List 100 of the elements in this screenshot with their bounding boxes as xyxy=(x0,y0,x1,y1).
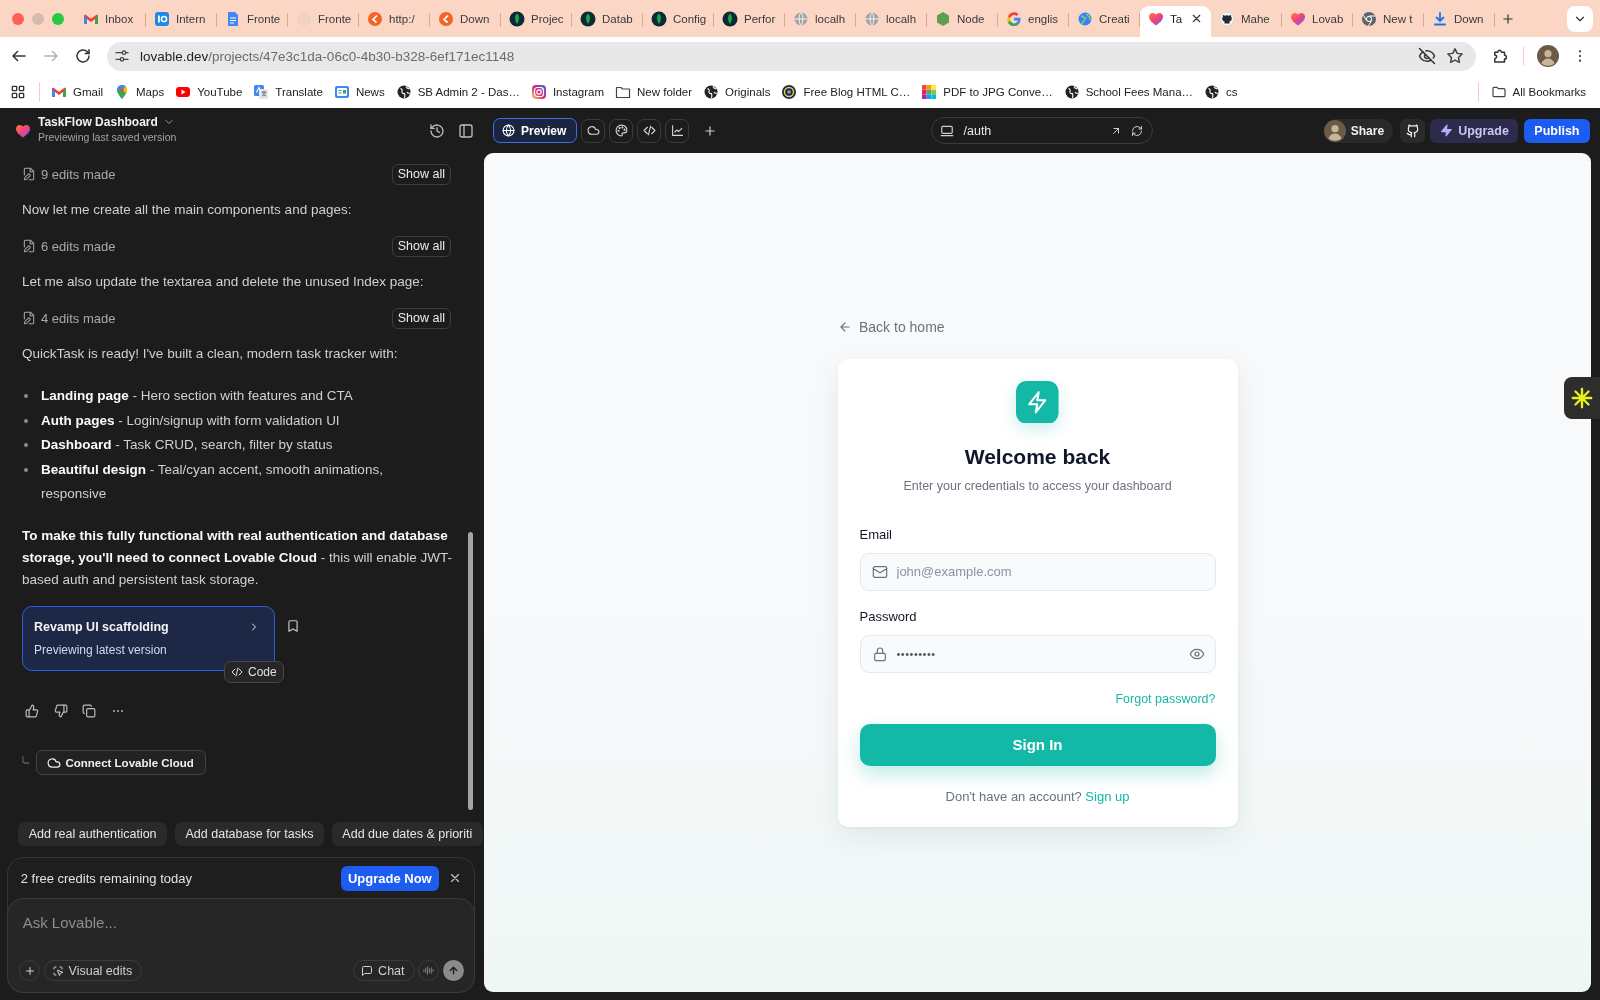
browser-tab[interactable]: Node xyxy=(927,6,998,37)
bookmark[interactable]: YouTube xyxy=(175,83,243,100)
password-field[interactable]: ••••••••• xyxy=(859,634,1216,673)
new-tab-icon[interactable] xyxy=(1501,11,1515,26)
bookmark-icon[interactable] xyxy=(286,618,300,633)
bookmark[interactable]: School Fees Mana… xyxy=(1063,83,1194,100)
eye-off-icon[interactable] xyxy=(1418,47,1436,65)
bookmark[interactable]: Free Blog HTML C… xyxy=(781,83,911,100)
browser-tab[interactable]: http:/ xyxy=(359,6,430,37)
circle-mark-icon xyxy=(367,10,383,27)
share-button[interactable]: Share xyxy=(1323,118,1394,143)
suggestion-chip[interactable]: Add real authentication xyxy=(18,821,168,846)
star-icon[interactable] xyxy=(1446,47,1464,65)
browser-tab[interactable]: Projec xyxy=(501,6,572,37)
browser-tab[interactable]: englis xyxy=(998,6,1069,37)
bookmark[interactable]: Maps xyxy=(114,83,165,100)
list-item-text: Landing page - Hero section with features and CTA xyxy=(41,387,353,405)
browser-tab[interactable]: Inbox xyxy=(75,6,146,37)
browser-tab[interactable]: Datab xyxy=(572,6,643,37)
bookmark[interactable]: PDF to JPG Conve… xyxy=(921,83,1053,100)
upgrade-now-button[interactable]: Upgrade Now xyxy=(340,865,439,891)
side-widget-button[interactable] xyxy=(1564,377,1600,419)
browser-tab[interactable]: localh xyxy=(785,6,856,37)
bookmark[interactable]: Translate xyxy=(253,83,323,100)
browser-tab[interactable]: Config xyxy=(643,6,714,37)
show-all-button[interactable]: Show all xyxy=(391,235,451,257)
scrollbar-thumb[interactable] xyxy=(468,531,473,810)
view-tab[interactable] xyxy=(637,118,662,143)
avatar-icon[interactable] xyxy=(1537,45,1559,67)
apps-grid-icon[interactable] xyxy=(10,83,26,100)
back-link[interactable]: Back to home xyxy=(837,317,945,336)
send-button[interactable] xyxy=(442,960,464,982)
globe-icon xyxy=(502,124,515,137)
view-tab[interactable] xyxy=(609,118,634,143)
suggestion-chip[interactable]: Add database for tasks xyxy=(174,821,325,846)
publish-button[interactable]: Publish xyxy=(1523,118,1590,143)
browser-tab[interactable]: Ta xyxy=(1140,6,1211,37)
view-tab[interactable] xyxy=(581,118,606,143)
globe-icon xyxy=(1077,10,1093,27)
bookmark[interactable]: cs xyxy=(1204,83,1238,100)
browser-tab[interactable]: New t xyxy=(1353,6,1424,37)
sidebar-icon[interactable] xyxy=(458,122,474,139)
code-button[interactable]: Code xyxy=(224,660,284,683)
bookmark[interactable]: Originals xyxy=(703,83,771,100)
view-tab[interactable]: Preview xyxy=(493,118,578,143)
tile-icon xyxy=(154,10,170,27)
repository-button[interactable] xyxy=(1400,118,1426,143)
list-item-text: Beautiful design - Teal/cyan accent, smooth animations, responsive xyxy=(41,460,384,504)
file-edit-icon xyxy=(22,167,36,181)
view-tab[interactable] xyxy=(665,118,690,143)
site-settings-icon[interactable] xyxy=(114,48,130,64)
login-subtitle: Enter your credentials to access your dashboard xyxy=(902,478,1173,496)
bookmark[interactable]: Gmail xyxy=(51,83,104,100)
show-all-button[interactable]: Show all xyxy=(391,307,451,329)
lock-icon xyxy=(871,645,888,662)
browser-tab[interactable]: Down xyxy=(1424,6,1495,37)
cloud-icon xyxy=(586,124,600,137)
bookmark[interactable]: News xyxy=(333,83,385,100)
browser-tab[interactable]: Intern xyxy=(146,6,217,37)
close-icon[interactable] xyxy=(1190,12,1203,25)
reload-icon[interactable] xyxy=(74,47,92,65)
thumbs-down-icon[interactable] xyxy=(53,703,68,718)
bullet-icon xyxy=(24,468,28,473)
hexagon-icon xyxy=(935,10,951,27)
cat-icon xyxy=(1405,123,1420,138)
show-all-button[interactable]: Show all xyxy=(391,163,451,185)
tile-grid-icon xyxy=(921,83,938,100)
browser-tab[interactable]: Perfor xyxy=(714,6,785,37)
browser-tab[interactable]: Lovab xyxy=(1282,6,1353,37)
url-text: lovable.dev/projects/47e3c1da-06c0-4b30-b328-6ef171ec1148 xyxy=(140,48,515,64)
connect-cloud-button[interactable]: Connect Lovable Cloud xyxy=(36,750,206,775)
circle-mark-icon xyxy=(438,10,454,27)
bookmark[interactable]: SB Admin 2 - Das… xyxy=(395,83,520,100)
edits-summary: 9 edits made xyxy=(41,166,116,182)
browser-tab[interactable]: Down xyxy=(430,6,501,37)
upgrade-button[interactable]: Upgrade xyxy=(1430,118,1518,143)
prompt-input[interactable]: Ask Lovable... xyxy=(19,911,323,934)
browser-tab[interactable]: Mahe xyxy=(1211,6,1282,37)
all-bookmarks-button[interactable]: All Bookmarks xyxy=(1490,83,1586,100)
browser-tab[interactable]: localh xyxy=(856,6,927,37)
code-icon xyxy=(642,124,656,137)
refresh-icon[interactable] xyxy=(1130,124,1143,137)
puzzle-icon[interactable] xyxy=(1491,47,1510,65)
copy-icon[interactable] xyxy=(82,703,96,718)
suggestion-chip[interactable]: Add due dates & prioriti xyxy=(331,821,483,846)
bookmark[interactable]: New folder xyxy=(615,83,692,100)
audio-wave-icon xyxy=(423,965,435,977)
plus-icon[interactable] xyxy=(703,123,718,138)
bookmark[interactable]: Instagram xyxy=(530,83,605,100)
history-icon[interactable] xyxy=(429,122,445,139)
leaf-icon xyxy=(651,10,667,27)
thumbs-up-icon[interactable] xyxy=(25,703,39,718)
heart-icon xyxy=(1148,10,1164,27)
browser-tab[interactable]: Fronte xyxy=(217,6,288,37)
project-name[interactable]: TaskFlow Dashboard xyxy=(38,115,158,129)
browser-tab[interactable]: Creati xyxy=(1069,6,1140,37)
browser-tab[interactable]: Fronte xyxy=(288,6,359,37)
emblem-icon xyxy=(781,83,798,100)
email-field[interactable]: john@example.com xyxy=(859,552,1216,592)
address-field[interactable]: lovable.dev/projects/47e3c1da-06c0-4b30-b328-6ef171ec1148 xyxy=(107,41,1476,71)
